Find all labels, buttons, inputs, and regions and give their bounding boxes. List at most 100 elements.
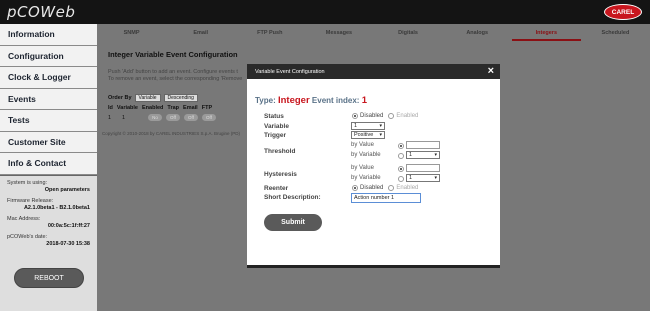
hysteresis-value-input[interactable] (406, 164, 440, 172)
status-radio-group: Disabled Enabled (352, 113, 418, 119)
tab-bar: SNMP Email FTP Push Messages Digitals An… (97, 27, 650, 41)
type-label: Type: (255, 96, 276, 105)
system-label: System is using: (7, 180, 48, 186)
short-description-input[interactable]: Action number 1 (351, 193, 421, 203)
tab-ftp-push[interactable]: FTP Push (235, 27, 304, 41)
threshold-variable-select[interactable]: 1 ▾ (406, 151, 440, 159)
variable-select[interactable]: 1 ▾ (351, 122, 385, 130)
system-value: Open parameters (44, 187, 90, 193)
tab-messages[interactable]: Messages (304, 27, 373, 41)
carel-logo: CAREL (604, 4, 642, 20)
tab-scheduled[interactable]: Scheduled (581, 27, 650, 41)
order-by-row: Order By Variable Descending (108, 94, 198, 102)
pcoweb-logo: pCOWeb (7, 3, 76, 21)
reenter-enabled-label: Enabled (396, 185, 419, 191)
reenter-radio-group: Disabled Enabled (352, 185, 418, 191)
cell-ftp[interactable]: Off (202, 114, 216, 121)
col-header-ftp: FTP (201, 105, 213, 111)
date-value: 2018-07-30 15:38 (46, 241, 90, 247)
firmware-value: A2.1.0beta1 - B2.1.0beta1 (23, 205, 90, 211)
firmware-label: Firmware Release: (7, 198, 54, 204)
copyright-text: Copyright © 2010-2018 by CAREL INDUSTRIE… (102, 131, 240, 136)
threshold-by-value-label: by Value (351, 142, 374, 148)
table-row[interactable]: 1 1 No Off Off Off (108, 114, 216, 121)
event-index-label: Event index: (311, 96, 360, 105)
trigger-select-value: Positive (354, 132, 374, 138)
date-label: pCOWeb's date: (7, 234, 48, 240)
sidebar-item-information[interactable]: Information (0, 24, 97, 46)
status-disabled-radio[interactable] (352, 113, 358, 119)
order-by-label: Order By (108, 95, 132, 101)
short-description-label: Short Description: (264, 194, 321, 201)
trigger-select[interactable]: Positive ▾ (351, 131, 385, 139)
cell-variable: 1 (122, 114, 126, 121)
threshold-label: Threshold (264, 148, 296, 155)
hysteresis-variable-value: 1 (409, 175, 413, 181)
threshold-variable-value: 1 (409, 152, 413, 158)
hysteresis-variable-select[interactable]: 1 ▾ (406, 174, 440, 182)
cell-trap[interactable]: Off (166, 114, 180, 121)
help-line-2: To remove an event, select the correspon… (108, 75, 243, 82)
sidebar-item-info-contact[interactable]: Info & Contact (0, 153, 97, 175)
modal-title: Variable Event Configuration (255, 68, 325, 75)
hysteresis-by-value-label: by Value (351, 165, 374, 171)
sidebar-item-customer-site[interactable]: Customer Site (0, 131, 97, 153)
sidebar-item-clock-logger[interactable]: Clock & Logger (0, 67, 97, 89)
col-header-id: Id (108, 105, 113, 111)
modal-header: Variable Event Configuration × (247, 64, 500, 79)
tab-integers[interactable]: Integers (511, 27, 581, 41)
sidebar-item-events[interactable]: Events (0, 88, 97, 110)
threshold-by-variable-label: by Variable (351, 152, 381, 158)
reenter-enabled-radio[interactable] (388, 185, 395, 191)
col-header-email: Email (183, 105, 198, 111)
event-config-modal: Variable Event Configuration × Type: Int… (247, 64, 500, 268)
sidebar-item-tests[interactable]: Tests (0, 110, 97, 132)
submit-button[interactable]: Submit (264, 214, 322, 231)
tab-digitals[interactable]: Digitals (374, 27, 443, 41)
help-text: Push 'Add' button to add an event. Confi… (108, 69, 248, 82)
variable-select-value: 1 (354, 123, 358, 129)
help-line-1: Push 'Add' button to add an event. Confi… (108, 69, 238, 75)
hysteresis-by-variable-radio[interactable] (398, 176, 404, 182)
page-title: Integer Variable Event Configuration (108, 50, 238, 59)
order-by-direction-select[interactable]: Descending (163, 94, 198, 102)
variable-label: Variable (264, 123, 289, 130)
threshold-value-input[interactable] (406, 141, 440, 149)
sidebar: Information Configuration Clock & Logger… (0, 24, 97, 311)
system-info-panel: System is using: Open parameters Firmwar… (0, 176, 97, 311)
close-icon[interactable]: × (488, 65, 494, 77)
hysteresis-by-variable-label: by Variable (351, 175, 381, 181)
status-enabled-label: Enabled (396, 113, 419, 119)
reenter-disabled-radio[interactable] (352, 185, 358, 191)
col-header-variable: Variable (116, 105, 138, 111)
chevron-down-icon: ▾ (434, 152, 437, 158)
hysteresis-label: Hysteresis (264, 171, 297, 178)
trigger-label: Trigger (264, 132, 287, 139)
hysteresis-by-value-radio[interactable] (398, 166, 404, 172)
chevron-down-icon: ▾ (379, 123, 382, 129)
cell-id: 1 (108, 114, 112, 121)
status-enabled-radio[interactable] (388, 113, 395, 119)
sidebar-item-configuration[interactable]: Configuration (0, 45, 97, 67)
threshold-by-value-radio[interactable] (398, 143, 404, 149)
status-disabled-label: Disabled (360, 113, 384, 119)
order-by-field-select[interactable]: Variable (134, 94, 161, 102)
reenter-disabled-label: Disabled (360, 185, 384, 191)
table-header-row: Id Variable Enabled Trap Email FTP (108, 105, 216, 111)
chevron-down-icon: ▾ (379, 132, 382, 138)
col-header-trap: Trap (167, 105, 180, 111)
events-table: Id Variable Enabled Trap Email FTP 1 1 N… (108, 105, 216, 121)
chevron-down-icon: ▾ (434, 175, 437, 181)
top-bar: pCOWeb CAREL (0, 0, 650, 24)
mac-label: Mac Address: (7, 216, 41, 222)
tab-snmp[interactable]: SNMP (97, 27, 166, 41)
cell-enabled[interactable]: No (148, 114, 162, 121)
mac-value: 00:0a:5c:1f:ff:27 (47, 223, 90, 229)
tab-email[interactable]: Email (166, 27, 235, 41)
tab-analogs[interactable]: Analogs (443, 27, 512, 41)
reenter-label: Reenter (264, 185, 289, 192)
event-index-value: 1 (361, 95, 368, 106)
cell-email[interactable]: Off (184, 114, 198, 121)
reboot-button[interactable]: REBOOT (14, 268, 84, 288)
threshold-by-variable-radio[interactable] (398, 153, 404, 159)
